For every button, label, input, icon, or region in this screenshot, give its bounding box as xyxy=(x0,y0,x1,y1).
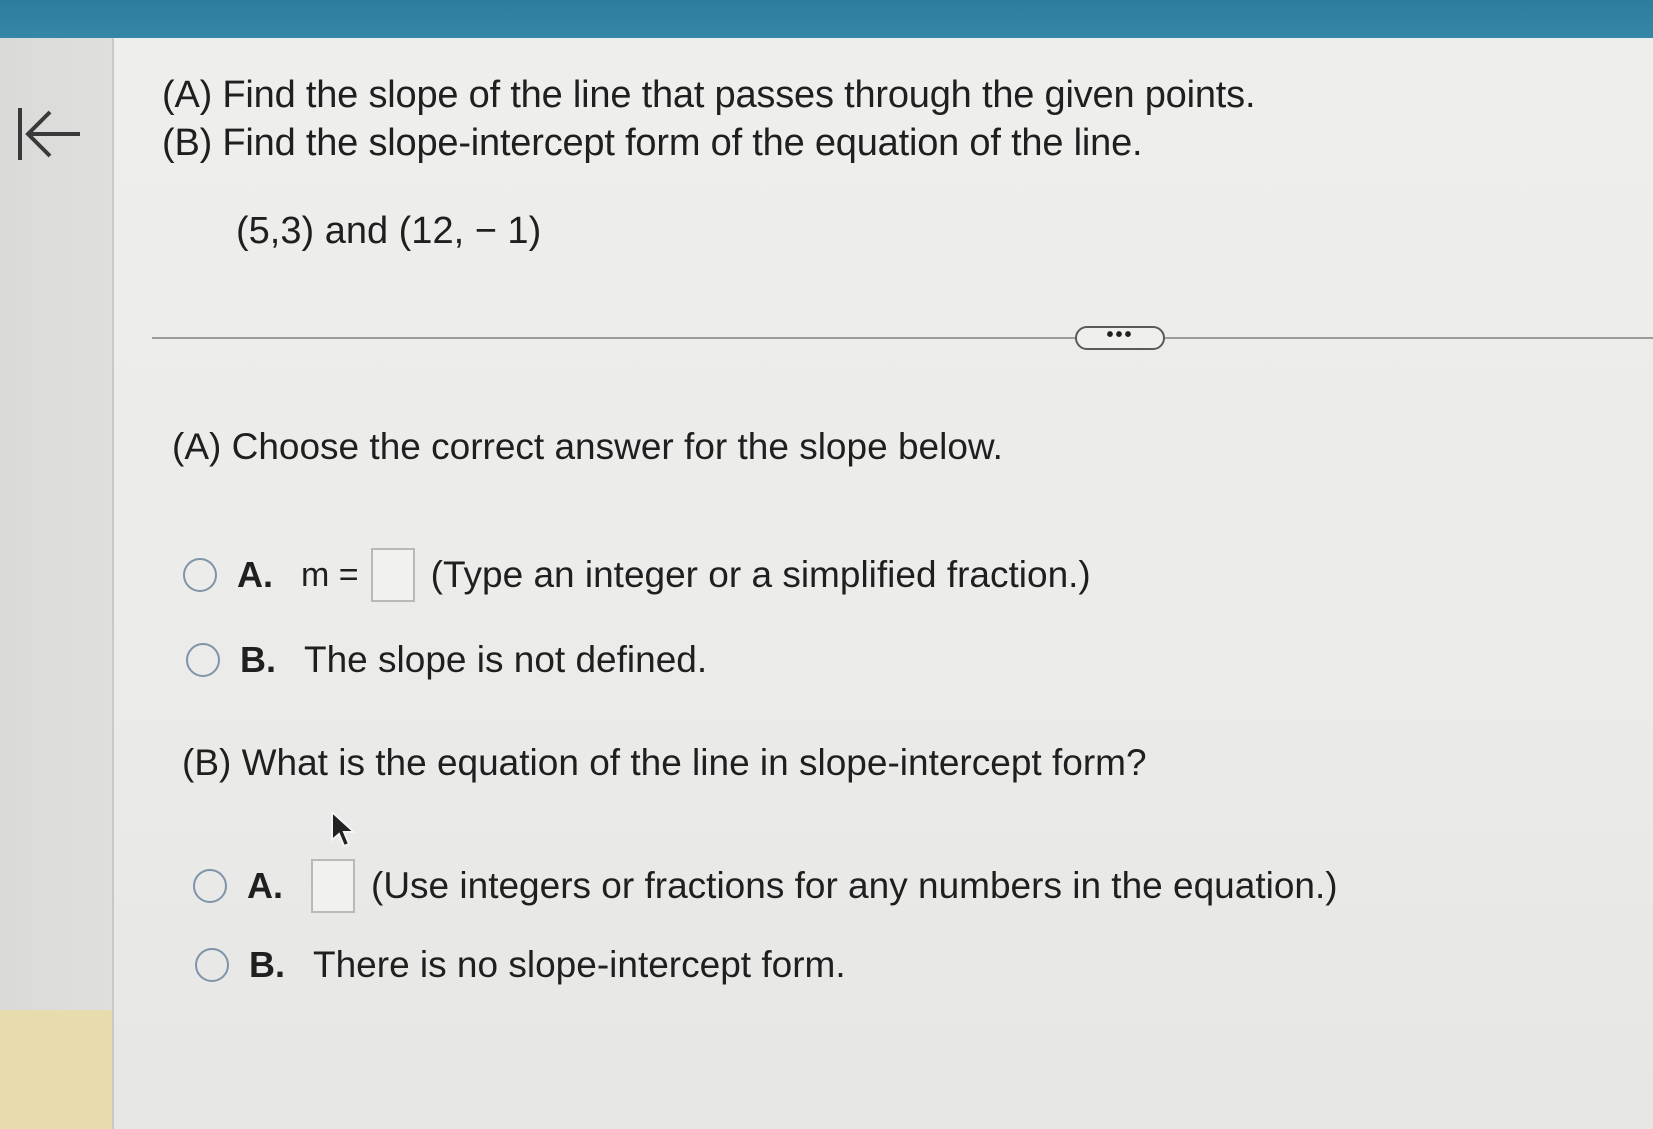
more-options-button[interactable]: ••• xyxy=(1075,325,1165,350)
radio-button-icon[interactable] xyxy=(186,643,220,677)
equation-option-a[interactable]: A. (Use integers or fractions for any nu… xyxy=(193,858,1338,914)
equation-option-b[interactable]: B. There is no slope-intercept form. xyxy=(195,937,846,993)
option-text: The slope is not defined. xyxy=(304,639,708,680)
option-letter: B. xyxy=(249,944,285,985)
option-letter: A. xyxy=(237,554,273,595)
option-letter: B. xyxy=(240,639,276,680)
part-b-heading: (B) What is the equation of the line in … xyxy=(182,742,1147,783)
rail-divider xyxy=(112,38,114,1129)
slope-prefix: m = xyxy=(301,555,359,594)
equation-hint: (Use integers or fractions for any numbe… xyxy=(371,865,1338,906)
back-to-start-button[interactable] xyxy=(14,102,86,166)
radio-button-icon[interactable] xyxy=(195,948,229,982)
back-to-start-icon xyxy=(18,108,80,160)
section-divider xyxy=(152,337,1653,339)
equation-answer-input[interactable] xyxy=(311,859,355,913)
option-text: There is no slope-intercept form. xyxy=(313,944,846,985)
given-points: (5,3) and (12, − 1) xyxy=(236,210,542,252)
slope-answer-input[interactable] xyxy=(370,548,415,602)
slope-hint: (Type an integer or a simplified fractio… xyxy=(430,554,1091,595)
option-letter: A. xyxy=(247,865,283,906)
part-a-heading: (A) Choose the correct answer for the sl… xyxy=(172,426,1003,467)
question-part-b-text: (B) Find the slope-intercept form of the… xyxy=(162,122,1143,164)
radio-button-icon[interactable] xyxy=(183,558,217,592)
mouse-pointer-icon xyxy=(331,810,357,848)
slope-option-b[interactable]: B. The slope is not defined. xyxy=(186,632,707,688)
question-part-a-text: (A) Find the slope of the line that pass… xyxy=(162,74,1256,116)
top-bar xyxy=(0,0,1653,38)
radio-button-icon[interactable] xyxy=(193,869,227,903)
slope-option-a[interactable]: A. m = (Type an integer or a simplified … xyxy=(183,547,1091,603)
